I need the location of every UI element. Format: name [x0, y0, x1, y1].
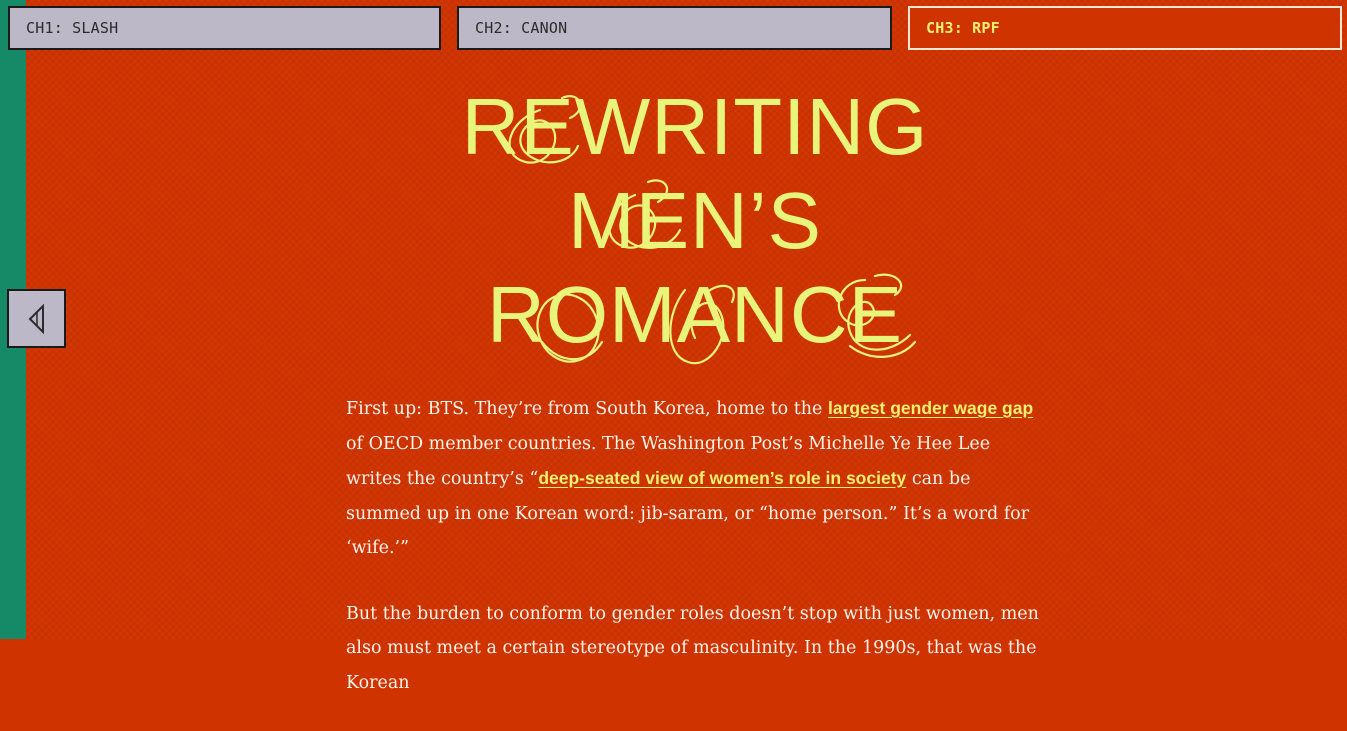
article-paragraph-2: But the burden to conform to gender role… — [346, 603, 1039, 693]
title-line-3: ROMANCE — [487, 270, 903, 359]
previous-chapter-button[interactable] — [7, 289, 66, 348]
title-line-1: REWRITING — [461, 82, 929, 171]
link-largest-gender-wage-gap[interactable]: largest gender wage gap — [828, 398, 1033, 418]
paragraph-text: First up: BTS. They’re from South Korea,… — [346, 399, 828, 419]
article-body: First up: BTS. They’re from South Korea,… — [346, 391, 1046, 731]
link-deep-seated-view[interactable]: deep-seated view of women’s role in soci… — [538, 468, 906, 488]
triangle-left-icon — [28, 303, 44, 334]
title-line-2: MEN’S — [568, 176, 822, 265]
page-title: REWRITING MEN’S ROMANCE — [330, 80, 1060, 362]
tab-ch2-canon[interactable]: CH2: CANON — [457, 6, 892, 50]
article-paragraph-1: First up: BTS. They’re from South Korea,… — [346, 391, 1046, 566]
tab-ch1-slash[interactable]: CH1: SLASH — [8, 6, 441, 50]
tab-ch3-rpf[interactable]: CH3: RPF — [908, 6, 1342, 50]
